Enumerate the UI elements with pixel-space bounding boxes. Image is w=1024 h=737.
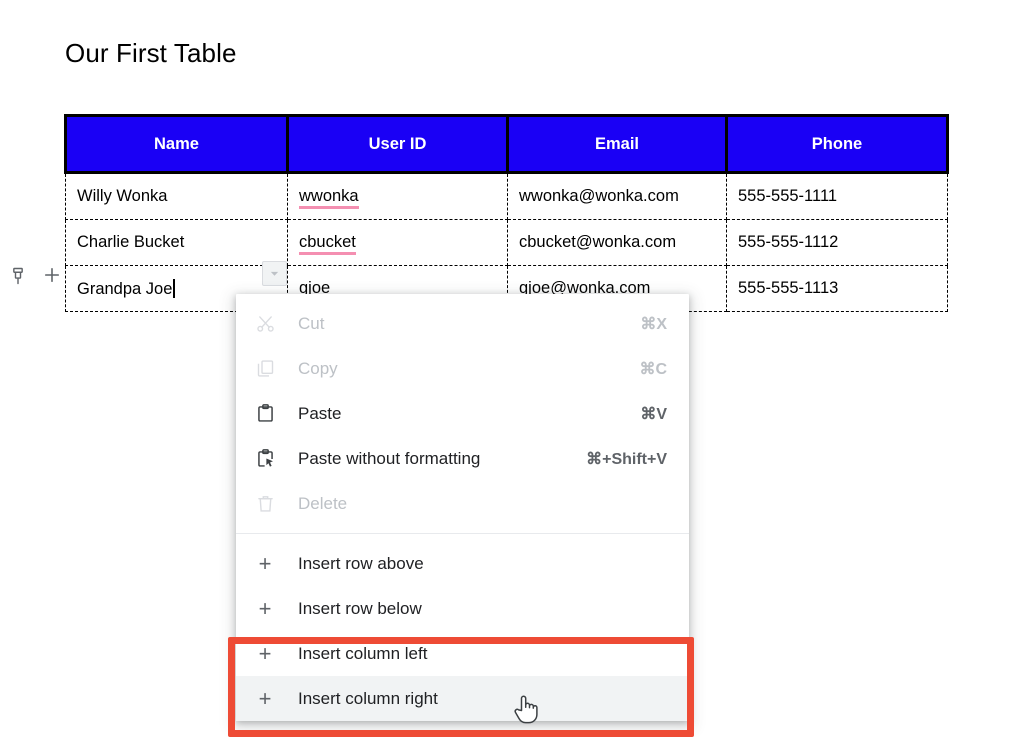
- table-row[interactable]: Willy Wonka wwonka wwonka@wonka.com 555-…: [65, 172, 948, 220]
- column-header-name[interactable]: Name: [64, 114, 289, 174]
- menu-divider: [236, 533, 689, 534]
- cell-user-id[interactable]: cbucket: [287, 219, 508, 266]
- text-caret: [173, 278, 175, 298]
- plus-icon[interactable]: [42, 265, 62, 287]
- menu-item-paste[interactable]: Paste ⌘V: [236, 391, 689, 436]
- plus-icon: +: [258, 550, 272, 576]
- cell-email[interactable]: cbucket@wonka.com: [507, 219, 727, 266]
- menu-item-insert-column-right[interactable]: + Insert column right: [236, 676, 689, 721]
- menu-item-cut[interactable]: Cut ⌘X: [236, 301, 689, 346]
- table-row[interactable]: Charlie Bucket cbucket cbucket@wonka.com…: [65, 219, 948, 266]
- plus-icon: +: [258, 685, 272, 711]
- menu-item-shortcut: ⌘V: [640, 405, 667, 423]
- menu-item-insert-row-above[interactable]: + Insert row above: [236, 541, 689, 586]
- misspelled-text: wwonka: [299, 187, 359, 209]
- pointing-hand-cursor: [510, 692, 540, 726]
- menu-item-copy[interactable]: Copy ⌘C: [236, 346, 689, 391]
- menu-item-delete[interactable]: Delete: [236, 481, 689, 526]
- scissors-icon: [253, 312, 277, 336]
- menu-item-label: Insert row below: [298, 598, 422, 618]
- table-header-row: Name User ID Email Phone: [64, 114, 949, 174]
- menu-item-label: Insert column left: [298, 643, 428, 663]
- menu-item-label: Copy: [298, 358, 338, 378]
- menu-item-label: Cut: [298, 313, 325, 333]
- column-header-phone[interactable]: Phone: [725, 114, 949, 174]
- plus-icon: +: [258, 640, 272, 666]
- menu-item-insert-column-left[interactable]: + Insert column left: [236, 631, 689, 676]
- cell-user-id[interactable]: wwonka: [287, 172, 508, 220]
- pin-icon[interactable]: [8, 265, 28, 287]
- column-header-email[interactable]: Email: [506, 114, 728, 174]
- menu-item-label: Insert row above: [298, 553, 424, 573]
- cell-phone[interactable]: 555-555-1111: [726, 172, 948, 220]
- cell-email[interactable]: wwonka@wonka.com: [507, 172, 727, 220]
- menu-item-shortcut: ⌘C: [639, 360, 667, 378]
- cell-name-text: Grandpa Joe: [77, 279, 173, 298]
- row-gutter-controls: [8, 265, 62, 287]
- context-menu[interactable]: Cut ⌘X Copy ⌘C Paste ⌘V Paste without fo…: [236, 294, 689, 721]
- misspelled-text: cbucket: [299, 233, 356, 255]
- copy-icon: [253, 357, 277, 381]
- cell-name[interactable]: Willy Wonka: [65, 172, 288, 220]
- menu-item-shortcut: ⌘+Shift+V: [586, 450, 667, 468]
- cell-phone[interactable]: 555-555-1113: [726, 265, 948, 312]
- menu-item-label: Paste: [298, 403, 342, 423]
- clipboard-icon: [253, 402, 277, 426]
- trash-icon: [253, 492, 277, 516]
- menu-item-shortcut: ⌘X: [640, 315, 667, 333]
- plus-icon: +: [258, 595, 272, 621]
- cell-phone[interactable]: 555-555-1112: [726, 219, 948, 266]
- cell-name[interactable]: Charlie Bucket: [65, 219, 288, 266]
- menu-item-insert-row-below[interactable]: + Insert row below: [236, 586, 689, 631]
- cell-options-dropdown-button[interactable]: [262, 261, 287, 286]
- chevron-down-icon: [270, 271, 279, 276]
- menu-item-label: Paste without formatting: [298, 448, 481, 468]
- clipboard-cursor-icon: [253, 447, 277, 471]
- menu-item-label: Insert column right: [298, 688, 438, 708]
- menu-item-label: Delete: [298, 493, 348, 513]
- data-table[interactable]: Name User ID Email Phone Willy Wonka wwo…: [64, 114, 949, 312]
- page-title: Our First Table: [65, 38, 237, 68]
- column-header-userid[interactable]: User ID: [286, 114, 509, 174]
- menu-item-paste-without-formatting[interactable]: Paste without formatting ⌘+Shift+V: [236, 436, 689, 481]
